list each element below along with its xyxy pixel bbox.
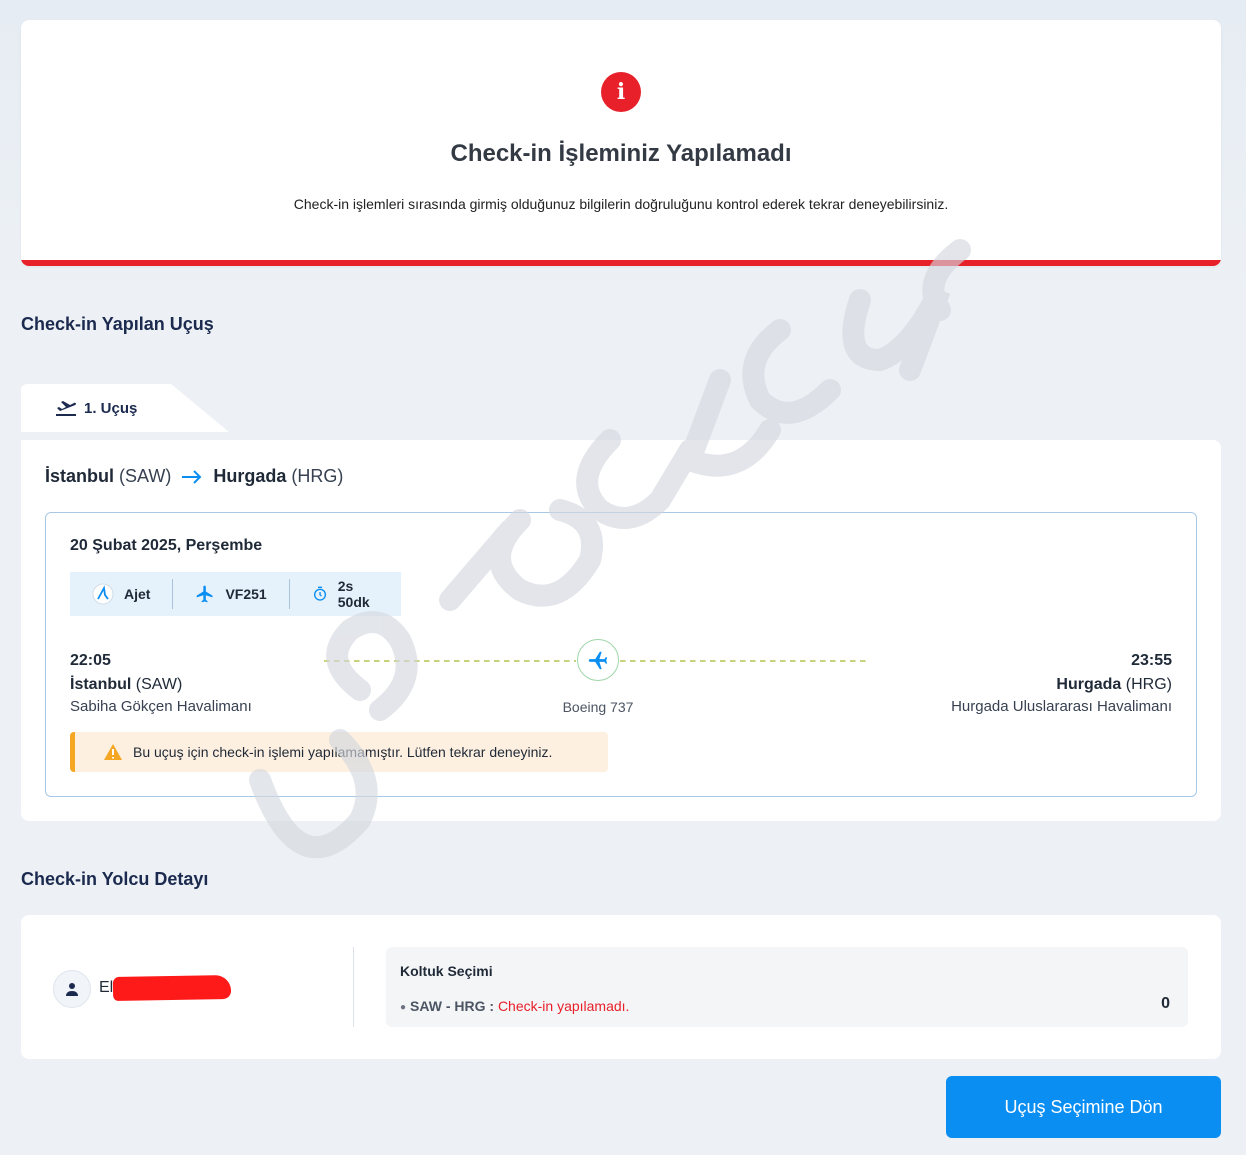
route-line-left [324, 660, 576, 662]
airline-info: Ajet [70, 579, 172, 609]
flight-detail-box: 20 Şubat 2025, Perşembe Ajet VF251 2s 50… [45, 512, 1197, 797]
aircraft-type: Boeing 737 [562, 699, 634, 715]
tab-label: 1. Uçuş [84, 399, 138, 417]
bullet-icon: ● [400, 1001, 407, 1013]
plane-icon [197, 585, 213, 603]
passenger-card: El Koltuk Seçimi ● SAW - HRG : Check-in y… [21, 915, 1221, 1059]
error-card: i Check-in İşleminiz Yapılamadı Check-in… [21, 20, 1221, 266]
flight-section-title: Check-in Yapılan Uçuş [21, 314, 214, 334]
tab-flight-1[interactable]: 1. Uçuş [21, 384, 229, 432]
seat-route: SAW - HRG : [410, 998, 495, 1014]
departure-airport: Sabiha Gökçen Havalimanı [70, 698, 252, 715]
airline-name: Ajet [124, 586, 151, 602]
arrival-code: (HRG) [1125, 676, 1172, 693]
duration-info: 2s 50dk [288, 578, 401, 610]
divider [353, 947, 354, 1027]
flight-panel: İstanbul (SAW) Hurgada (HRG) 20 Şubat 20… [21, 440, 1221, 821]
seat-status: Check-in yapılamadı. [497, 998, 630, 1014]
error-description: Check-in işlemleri sırasında girmiş oldu… [293, 196, 949, 212]
user-icon [53, 970, 91, 1008]
route-from-code: (SAW) [119, 466, 172, 486]
stopwatch-icon [313, 586, 326, 601]
arrow-right-icon [182, 469, 202, 484]
info-icon: i [601, 72, 641, 112]
seat-count: 0 [1161, 995, 1170, 1012]
warning-icon [104, 744, 122, 760]
passenger-name: El [99, 979, 114, 996]
departure-code: (SAW) [135, 676, 183, 693]
arrival-city-name: Hurgada [1056, 676, 1122, 693]
route-to-code: (HRG) [291, 466, 344, 486]
departure-city-name: İstanbul [70, 676, 132, 693]
flight-date: 20 Şubat 2025, Perşembe [70, 537, 263, 554]
checkin-warning: Bu uçuş için check-in işlemi yapılamamış… [70, 732, 608, 772]
error-accent-bar [21, 260, 1221, 266]
plane-circle [577, 639, 619, 681]
seat-selection-box: Koltuk Seçimi ● SAW - HRG : Check-in yapı… [386, 947, 1188, 1027]
redaction-mark [112, 974, 232, 1002]
plane-right-icon [588, 651, 608, 670]
route-line-right [620, 660, 870, 662]
seat-title: Koltuk Seçimi [400, 963, 493, 979]
flight-number-info: VF251 [172, 579, 288, 609]
flight-info-strip: Ajet VF251 2s 50dk [70, 572, 401, 616]
departure-time: 22:05 [70, 652, 111, 669]
arrival-city: Hurgada (HRG) [1056, 676, 1172, 694]
arrival-time: 23:55 [1131, 652, 1172, 669]
route-to-city: Hurgada [213, 466, 287, 486]
flight-duration: 2s 50dk [337, 578, 370, 610]
seat-route-line: ● SAW - HRG : Check-in yapılamadı. [400, 998, 629, 1014]
back-to-flight-selection-button[interactable]: Uçuş Seçimine Dön [946, 1076, 1221, 1138]
route-from-city: İstanbul [45, 466, 115, 486]
plane-departure-icon [56, 401, 76, 416]
departure-city: İstanbul (SAW) [70, 676, 182, 694]
error-title: Check-in İşleminiz Yapılamadı [450, 140, 792, 167]
arrival-airport: Hurgada Uluslararası Havalimanı [951, 698, 1172, 715]
flight-number: VF251 [225, 586, 267, 602]
warning-text: Bu uçuş için check-in işlemi yapılamamış… [133, 744, 553, 760]
airline-logo-icon [92, 583, 114, 605]
passenger-section-title: Check-in Yolcu Detayı [21, 869, 209, 889]
route-header: İstanbul (SAW) Hurgada (HRG) [45, 466, 343, 487]
